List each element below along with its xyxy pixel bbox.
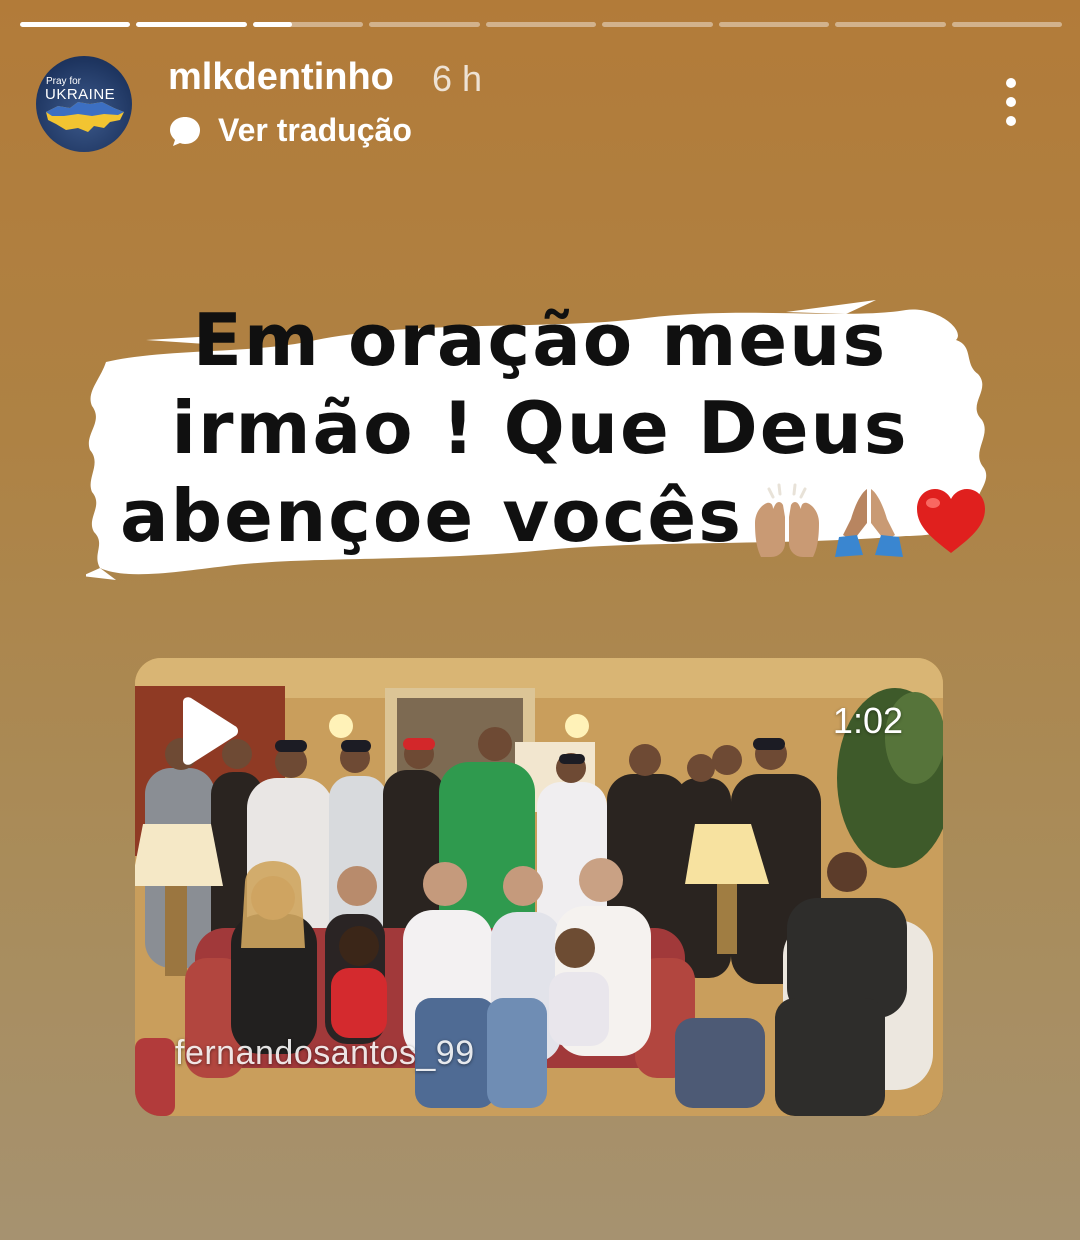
more-options-button[interactable] xyxy=(1004,78,1018,126)
progress-segment xyxy=(20,22,131,27)
progress-segment xyxy=(252,22,364,27)
raising-hands-emoji-icon xyxy=(755,483,820,558)
progress-segment xyxy=(602,22,713,27)
story-caption: Em oração meus irmão ! Que Deus abençoe … xyxy=(100,296,986,560)
see-translation-label: Ver tradução xyxy=(218,112,412,148)
avatar-text-large: UKRAINE xyxy=(45,86,116,103)
ukraine-map-icon xyxy=(46,102,124,132)
progress-segment xyxy=(485,22,597,27)
progress-segment xyxy=(951,22,1062,27)
progress-segment xyxy=(718,22,830,27)
story-progress-bar xyxy=(20,22,1062,28)
see-translation-button[interactable]: Ver tradução xyxy=(168,112,412,149)
speech-bubble-icon xyxy=(170,116,200,146)
more-dot xyxy=(1006,78,1016,88)
shared-video-card[interactable]: 1:02 fernandosantos_99 xyxy=(135,658,943,1116)
play-icon[interactable] xyxy=(175,696,241,766)
folded-hands-emoji-icon xyxy=(835,489,904,558)
video-duration: 1:02 xyxy=(832,700,903,741)
time-ago: 6 h xyxy=(432,58,483,99)
progress-segment xyxy=(136,22,247,27)
caption-line: Em oração meus xyxy=(192,298,888,382)
more-dot xyxy=(1006,97,1016,107)
progress-segment xyxy=(369,22,480,27)
instagram-story: Pray for UKRAINE mlkdentinho 6 h Ver tra… xyxy=(0,0,1080,1240)
avatar[interactable]: Pray for UKRAINE xyxy=(36,56,132,152)
more-dot xyxy=(1006,116,1016,126)
caption-line: irmão ! Que Deus xyxy=(171,386,909,470)
caption-line-with-emojis: abençoe vocês xyxy=(100,472,986,560)
caption-line: abençoe vocês xyxy=(120,474,744,558)
video-watermark: fernandosantos_99 xyxy=(175,1034,475,1072)
red-heart-emoji-icon xyxy=(917,489,986,554)
username[interactable]: mlkdentinho xyxy=(168,56,394,99)
progress-segment xyxy=(835,22,946,27)
